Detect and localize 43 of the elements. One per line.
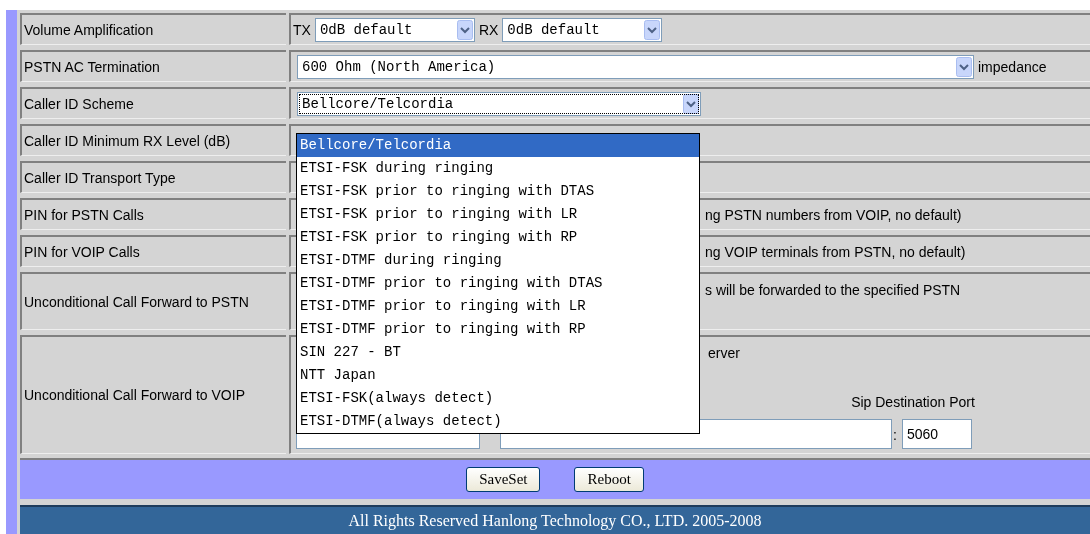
action-button[interactable]: Reboot	[574, 467, 644, 492]
caller-id-select[interactable]: Bellcore/Telcordia	[297, 91, 701, 116]
dropdown-option[interactable]: ETSI-FSK prior to ringing with RP	[297, 226, 699, 249]
unit-label: impedance	[978, 58, 1047, 75]
dropdown-option[interactable]: ETSI-DTMF prior to ringing with LR	[297, 295, 699, 318]
field-label: Unconditional Call Forward to VOIP	[20, 335, 286, 454]
field-label: Caller ID Minimum RX Level (dB)	[20, 124, 286, 156]
tx-label: TX	[293, 21, 311, 38]
dropdown-option[interactable]: ETSI-FSK during ringing	[297, 157, 699, 180]
colon-text: :	[892, 427, 898, 445]
dropdown-option[interactable]: ETSI-FSK(always detect)	[297, 387, 699, 410]
port-field[interactable]: 5060	[902, 419, 972, 449]
field-label: PIN for PSTN Calls	[20, 198, 286, 230]
tx-select[interactable]: 0dB default	[314, 17, 475, 42]
rx-label: RX	[478, 21, 499, 38]
dropdown-option[interactable]: ETSI-DTMF prior to ringing with RP	[297, 318, 699, 341]
dropdown-option[interactable]: ETSI-FSK prior to ringing with DTAS	[297, 180, 699, 203]
port-label: Sip Destination Port	[850, 393, 976, 412]
termination-select[interactable]: 600 Ohm (North America)	[297, 54, 974, 79]
dropdown-option[interactable]: Bellcore/Telcordia	[297, 134, 699, 157]
caret-icon	[956, 56, 972, 77]
hint-text: ng PSTN numbers from VOIP, no default)	[705, 206, 962, 223]
action-button[interactable]: SaveSet	[466, 467, 541, 492]
hint-text: s will be forwarded to the specified PSTN	[705, 281, 961, 298]
dropdown-option[interactable]: ETSI-DTMF(always detect)	[297, 410, 699, 433]
hint-text: ng VOIP terminals from PSTN, no default)	[705, 243, 966, 260]
caret-icon	[644, 19, 661, 40]
dropdown-option[interactable]: ETSI-DTMF prior to ringing with DTAS	[297, 272, 699, 295]
footer-text: All Rights Reserved Hanlong Technology CO., LTD. 2005-2008	[20, 505, 1090, 534]
field-label: Volume Amplification	[20, 13, 286, 45]
field-label: Caller ID Transport Type	[20, 161, 286, 193]
caret-icon	[683, 93, 699, 114]
server-label: erver	[708, 345, 741, 363]
dropdown-option[interactable]: ETSI-FSK prior to ringing with LR	[297, 203, 699, 226]
field-label: Caller ID Scheme	[20, 87, 286, 119]
field-label: Unconditional Call Forward to PSTN	[20, 272, 286, 330]
dropdown-option[interactable]: ETSI-DTMF during ringing	[297, 249, 699, 272]
caret-icon	[456, 19, 473, 40]
field-label: PSTN AC Termination	[20, 50, 286, 82]
field-label: PIN for VOIP Calls	[20, 235, 286, 267]
dropdown-option[interactable]: SIN 227 - BT	[297, 341, 699, 364]
rx-select[interactable]: 0dB default	[502, 17, 663, 42]
dropdown-option[interactable]: NTT Japan	[297, 364, 699, 387]
